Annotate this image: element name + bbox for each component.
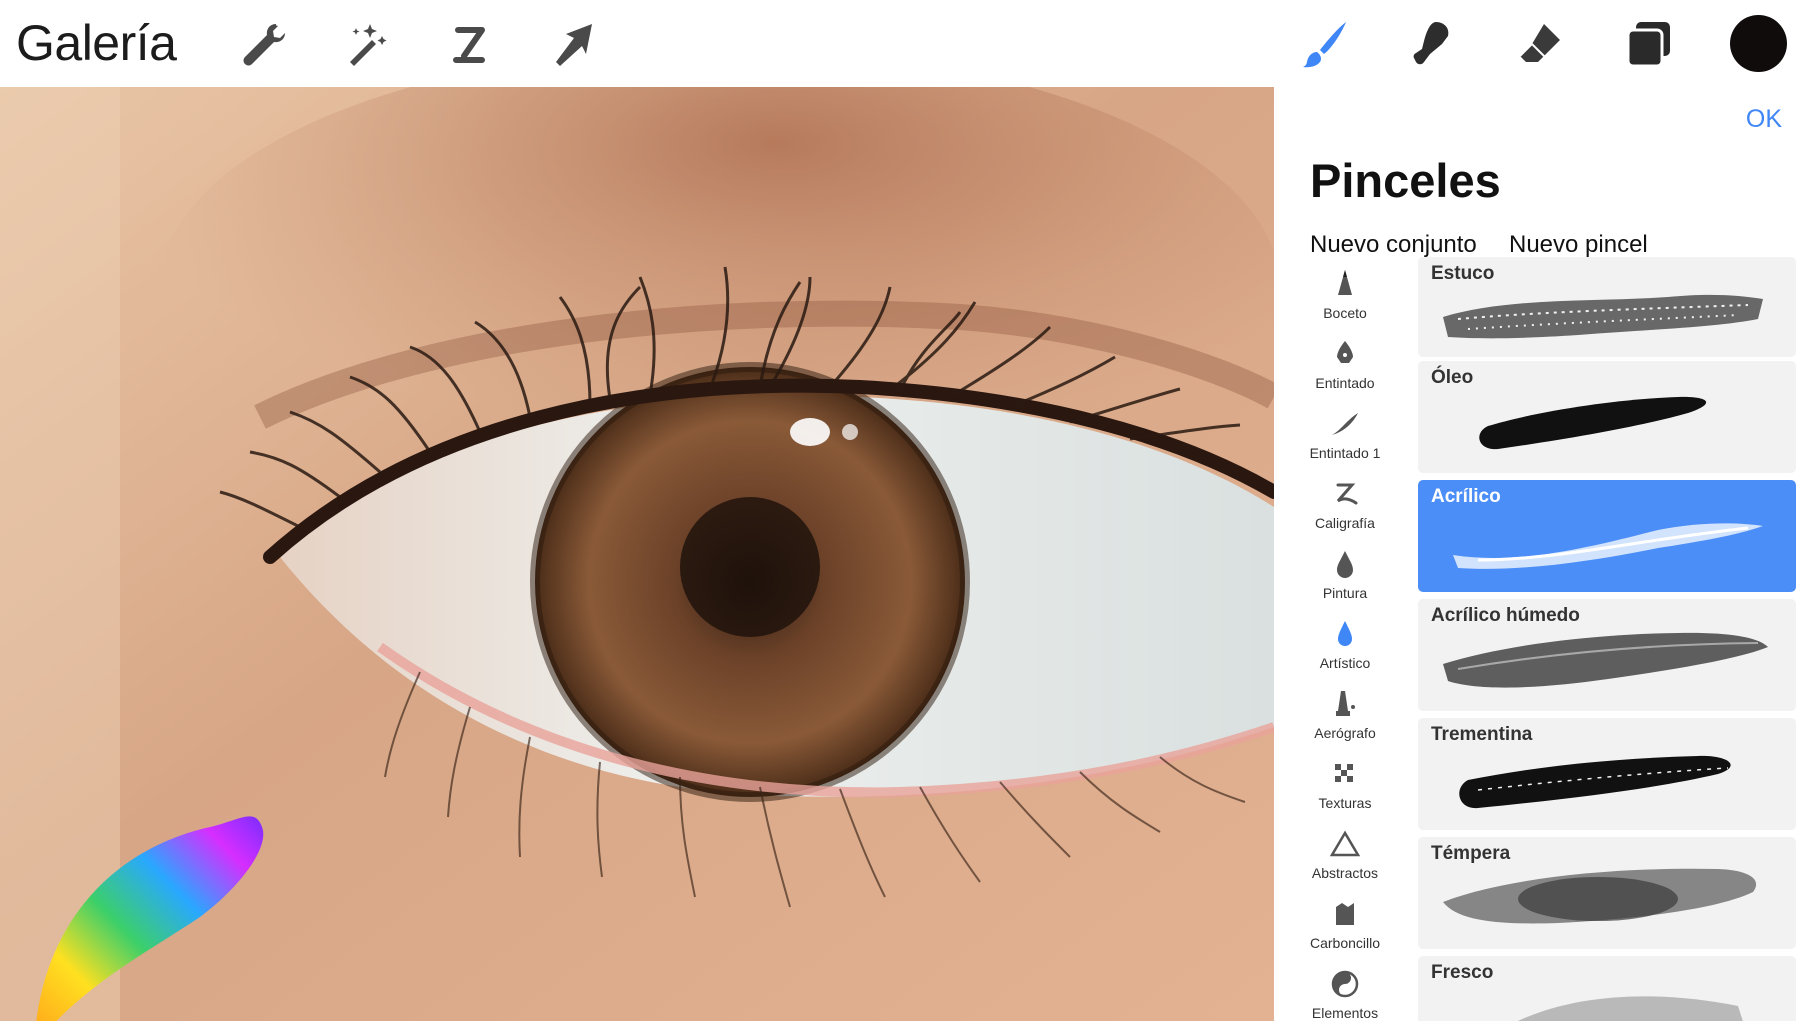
brush-acrilico-humedo[interactable]: Acrílico húmedo	[1418, 599, 1796, 711]
move-arrow-icon[interactable]	[546, 16, 602, 72]
magic-wand-icon[interactable]	[338, 16, 394, 72]
color-picker-swatch[interactable]	[1730, 15, 1787, 72]
panel-title: Pinceles	[1310, 154, 1501, 207]
brush-stroke-preview	[1518, 996, 1743, 1021]
layers-icon[interactable]	[1620, 16, 1676, 72]
category-caligrafia[interactable]: Caligrafía	[1274, 477, 1416, 545]
drawing-canvas[interactable]	[0, 87, 1274, 1021]
category-entintado-1[interactable]: Entintado 1	[1274, 407, 1416, 475]
eraser-icon[interactable]	[1512, 16, 1568, 72]
category-elementos[interactable]: Elementos	[1274, 967, 1416, 1021]
brush-stroke-preview	[1443, 294, 1763, 339]
brush-oleo[interactable]: Óleo	[1418, 361, 1796, 473]
category-aerografo[interactable]: Aerógrafo	[1274, 687, 1416, 755]
stroke-icon	[1332, 413, 1358, 435]
top-toolbar: Galería	[0, 0, 1800, 87]
brush-estuco[interactable]: Estuco	[1418, 257, 1796, 357]
pencil-tip-icon	[1338, 270, 1352, 295]
brush-stroke-preview	[1443, 868, 1757, 924]
brush-icon[interactable]	[1298, 16, 1354, 72]
brush-stroke-preview	[1453, 523, 1763, 569]
pen-nib-icon	[1337, 341, 1353, 363]
yin-yang-icon	[1331, 970, 1359, 998]
new-set-button[interactable]: Nuevo conjunto	[1310, 231, 1477, 259]
airbrush-icon	[1336, 691, 1355, 716]
brush-acrilico[interactable]: Acrílico	[1418, 480, 1796, 592]
checker-icon	[1335, 764, 1353, 782]
category-artistico[interactable]: Artístico	[1274, 617, 1416, 685]
gallery-button[interactable]: Galería	[16, 14, 177, 72]
new-brush-button[interactable]: Nuevo pincel	[1509, 231, 1648, 259]
brush-library-panel: OK Pinceles Nuevo conjunto Nuevo pincel …	[1274, 87, 1800, 1021]
category-entintado[interactable]: Entintado	[1274, 337, 1416, 405]
brush-fresco[interactable]: Fresco	[1418, 956, 1796, 1021]
paint-drop-icon	[1337, 551, 1353, 578]
brush-tempera[interactable]: Témpera	[1418, 837, 1796, 949]
blue-drop-icon	[1338, 621, 1352, 646]
category-abstractos[interactable]: Abstractos	[1274, 827, 1416, 895]
brush-trementina[interactable]: Trementina	[1418, 718, 1796, 830]
brush-category-list: Boceto Entintado Entintado 1 Caligrafía …	[1274, 267, 1416, 1021]
brush-stroke-preview	[1479, 396, 1707, 450]
brush-list: Estuco Óleo Acrílico Acrílico húmedo Tre…	[1418, 257, 1800, 1021]
category-texturas[interactable]: Texturas	[1274, 757, 1416, 825]
category-pintura[interactable]: Pintura	[1274, 547, 1416, 615]
ok-button[interactable]: OK	[1746, 105, 1782, 134]
selection-icon[interactable]	[442, 16, 498, 72]
category-boceto[interactable]: Boceto	[1274, 267, 1416, 335]
triangle-icon	[1330, 830, 1360, 857]
category-carboncillo[interactable]: Carboncillo	[1274, 897, 1416, 965]
charcoal-icon	[1336, 903, 1354, 925]
brush-stroke-preview	[1443, 632, 1768, 688]
calligraphy-icon	[1336, 483, 1358, 505]
wrench-icon[interactable]	[234, 16, 290, 72]
smudge-icon[interactable]	[1404, 16, 1460, 72]
brush-stroke-preview	[1459, 755, 1731, 809]
